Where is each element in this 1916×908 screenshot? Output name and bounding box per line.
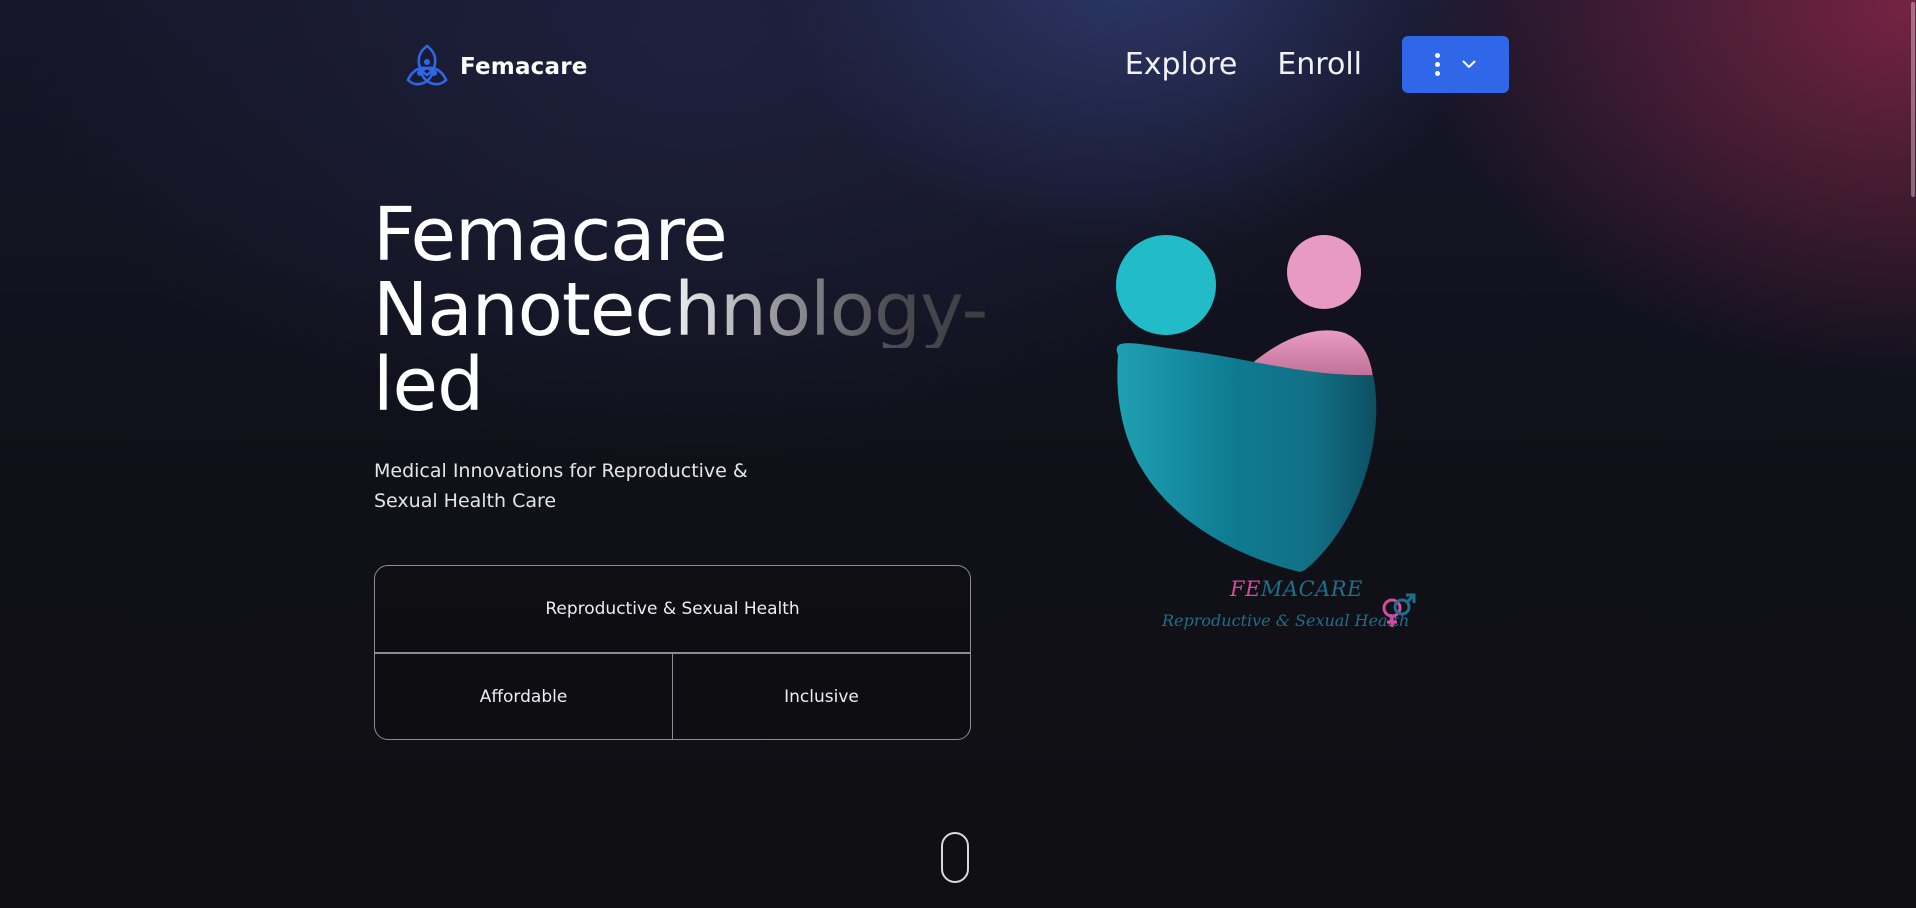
brand-macare-text: MACARE xyxy=(1260,577,1363,601)
hero-subtitle: Medical Innovations for Reproductive & S… xyxy=(374,460,748,512)
nav-explore-link[interactable]: Explore xyxy=(1125,47,1238,82)
heart-body-shape xyxy=(1116,343,1377,572)
scroll-mouse-icon[interactable] xyxy=(941,832,969,883)
chevron-down-icon xyxy=(1462,57,1476,72)
nav-enroll-link[interactable]: Enroll xyxy=(1277,47,1362,82)
scrollbar-thumb[interactable] xyxy=(1911,2,1915,197)
kebab-menu-icon xyxy=(1435,53,1440,76)
feature-reproductive-health[interactable]: Reproductive & Sexual Health xyxy=(374,565,971,653)
hero-title-line-3: led xyxy=(373,342,484,428)
page-scrollbar[interactable] xyxy=(1908,0,1916,908)
logo-icon xyxy=(402,42,452,92)
teal-head-shape xyxy=(1116,235,1216,335)
top-nav: Explore Enroll xyxy=(1125,36,1509,93)
brand-logo[interactable]: Femacare xyxy=(402,42,588,92)
illustration-brand-name: FEMACARE xyxy=(1230,577,1363,601)
brand-name: Femacare xyxy=(460,54,588,80)
hero-title-line-1: Femacare xyxy=(373,192,728,278)
more-menu-button[interactable] xyxy=(1402,36,1509,93)
feature-affordable[interactable]: Affordable xyxy=(374,653,673,740)
feature-grid: Reproductive & Sexual Health Affordable … xyxy=(374,565,971,740)
hero-title-line-2: Nanotechnology- xyxy=(373,267,988,353)
illustration-tagline: Reproductive & Sexual Health xyxy=(1162,611,1410,630)
feature-inclusive[interactable]: Inclusive xyxy=(672,653,971,740)
pink-head-shape xyxy=(1287,235,1361,309)
hero-title: Femacare Nanotechnology- led xyxy=(373,192,988,428)
brand-fe-text: FE xyxy=(1230,577,1261,601)
gender-symbol-icon xyxy=(1378,592,1416,634)
landing-page: Femacare Explore Enroll Femacare Nanotec… xyxy=(0,0,1916,908)
